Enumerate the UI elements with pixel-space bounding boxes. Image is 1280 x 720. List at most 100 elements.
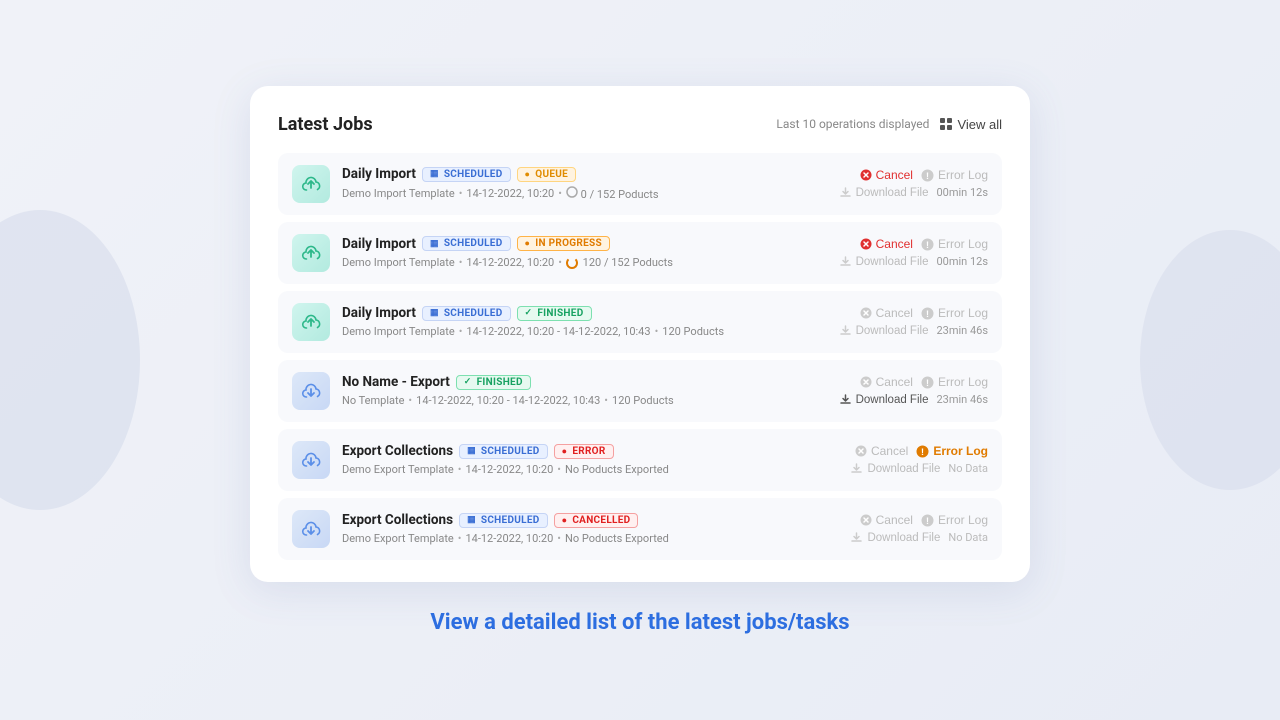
view-all-button[interactable]: View all	[939, 117, 1002, 132]
cancel-button[interactable]: Cancel	[860, 237, 913, 251]
badge-finished: ✓FINISHED	[456, 375, 531, 390]
svg-text:!: !	[926, 240, 929, 250]
cancel-icon	[860, 514, 872, 526]
svg-text:!: !	[921, 447, 924, 457]
download-file-button: Download File	[839, 255, 929, 268]
job-meta: Demo Import Template • 14-12-2022, 10:20…	[342, 186, 659, 201]
job-date: 14-12-2022, 10:20	[465, 532, 553, 545]
job-info: Export Collections ▦SCHEDULED●CANCELLED …	[342, 512, 669, 545]
error-log-icon: !	[916, 445, 929, 458]
bg-decoration-left	[0, 210, 140, 510]
job-meta: Demo Import Template • 14-12-2022, 10:20…	[342, 325, 724, 338]
error-log-icon: !	[921, 376, 934, 389]
job-actions-top: Cancel ! Error Log	[860, 237, 988, 251]
job-actions-bottom: Download File 23min 46s	[839, 393, 988, 406]
svg-text:!: !	[926, 378, 929, 388]
job-actions-bottom: Download File No Data	[850, 531, 988, 544]
error-log-icon: !	[921, 169, 934, 182]
badge-scheduled: ▦SCHEDULED	[459, 444, 548, 459]
job-meta: No Template • 14-12-2022, 10:20 - 14-12-…	[342, 394, 674, 407]
cancel-button: Cancel	[855, 444, 908, 458]
job-progress: 0 / 152 Poducts	[566, 186, 659, 201]
job-left: Daily Import ▦SCHEDULED✓FINISHED Demo Im…	[292, 303, 798, 341]
main-card: Latest Jobs Last 10 operations displayed…	[250, 86, 1030, 582]
header-note: Last 10 operations displayed	[776, 117, 929, 131]
job-progress: No Poducts Exported	[565, 532, 669, 545]
job-icon	[292, 510, 330, 548]
svg-text:!: !	[926, 171, 929, 181]
time-label: 23min 46s	[936, 324, 988, 337]
template-name: Demo Export Template	[342, 532, 454, 545]
job-name-row: Export Collections ▦SCHEDULED ●CANCELLED	[342, 512, 669, 528]
template-name: Demo Import Template	[342, 325, 455, 338]
cancel-button: Cancel	[860, 375, 913, 389]
job-name-row: Daily Import ▦SCHEDULED●IN PROGRESS	[342, 236, 673, 252]
job-meta: Demo Export Template • 14-12-2022, 10:20…	[342, 532, 669, 545]
job-right: Cancel ! Error Log Download File 00min 1…	[798, 168, 988, 199]
template-name: Demo Import Template	[342, 256, 455, 269]
job-actions-bottom: Download File No Data	[850, 462, 988, 475]
cancel-icon	[860, 307, 872, 319]
download-file-button: Download File	[850, 531, 940, 544]
table-row: Export Collections ▦SCHEDULED●CANCELLED …	[278, 498, 1002, 560]
job-actions-bottom: Download File 00min 12s	[839, 255, 988, 268]
download-file-button[interactable]: Download File	[839, 393, 929, 406]
job-icon	[292, 441, 330, 479]
job-actions-top: Cancel ! Error Log	[860, 168, 988, 182]
cancel-icon	[860, 238, 872, 250]
error-log-icon: !	[921, 514, 934, 527]
template-name: No Template	[342, 394, 404, 407]
time-label: 00min 12s	[936, 186, 988, 199]
download-file-button: Download File	[850, 462, 940, 475]
download-file-button: Download File	[839, 324, 929, 337]
job-info: Daily Import ▦SCHEDULED●IN PROGRESS Demo…	[342, 236, 673, 269]
job-name-row: Export Collections ▦SCHEDULED●ERROR	[342, 443, 669, 459]
job-actions-top: Cancel ! Error Log	[860, 375, 988, 389]
table-row: Daily Import ▦SCHEDULED●IN PROGRESS Demo…	[278, 222, 1002, 284]
cancel-icon	[860, 169, 872, 181]
job-date: 14-12-2022, 10:20	[466, 187, 554, 200]
table-row: Daily Import ▦SCHEDULED●QUEUE Demo Impor…	[278, 153, 1002, 215]
svg-text:!: !	[926, 516, 929, 526]
job-right: Cancel ! Error Log Download File No Data	[798, 444, 988, 475]
error-log-button: ! Error Log	[921, 375, 988, 389]
cancel-icon	[860, 376, 872, 388]
job-left: Export Collections ▦SCHEDULED●CANCELLED …	[292, 510, 798, 548]
job-left: No Name - Export ✓FINISHED No Template •…	[292, 372, 798, 410]
job-date: 14-12-2022, 10:20 - 14-12-2022, 10:43	[416, 394, 600, 407]
job-date: 14-12-2022, 10:20	[465, 463, 553, 476]
bg-decoration-right	[1140, 230, 1280, 490]
job-name: Export Collections	[342, 512, 453, 528]
jobs-list: Daily Import ▦SCHEDULED●QUEUE Demo Impor…	[278, 153, 1002, 560]
job-name-row: Daily Import ▦SCHEDULED✓FINISHED	[342, 305, 724, 321]
grid-icon	[939, 117, 953, 131]
job-right: Cancel ! Error Log Download File 23min 4…	[798, 306, 988, 337]
template-name: Demo Import Template	[342, 187, 455, 200]
table-row: Daily Import ▦SCHEDULED✓FINISHED Demo Im…	[278, 291, 1002, 353]
cancel-button[interactable]: Cancel	[860, 168, 913, 182]
job-right: Cancel ! Error Log Download File No Data	[798, 513, 988, 544]
job-name: Daily Import	[342, 305, 416, 321]
job-actions-bottom: Download File 23min 46s	[839, 324, 988, 337]
badge-cancelled: ●CANCELLED	[554, 513, 639, 528]
badge-scheduled: ▦SCHEDULED	[459, 513, 548, 528]
bottom-tagline: View a detailed list of the latest jobs/…	[430, 610, 849, 635]
error-log-button: ! Error Log	[921, 306, 988, 320]
job-actions-top: Cancel ! Error Log	[860, 306, 988, 320]
job-meta: Demo Export Template • 14-12-2022, 10:20…	[342, 463, 669, 476]
job-icon	[292, 165, 330, 203]
job-left: Daily Import ▦SCHEDULED●QUEUE Demo Impor…	[292, 165, 798, 203]
job-name: Daily Import	[342, 166, 416, 182]
badge-in-progress: ●IN PROGRESS	[517, 236, 610, 251]
card-title: Latest Jobs	[278, 114, 373, 135]
download-file-button: Download File	[839, 186, 929, 199]
badge-error: ●ERROR	[554, 444, 614, 459]
job-actions-top: Cancel ! Error Log	[855, 444, 988, 458]
job-right: Cancel ! Error Log Download File 00min 1…	[798, 237, 988, 268]
job-left: Export Collections ▦SCHEDULED●ERROR Demo…	[292, 441, 798, 479]
table-row: Export Collections ▦SCHEDULED●ERROR Demo…	[278, 429, 1002, 491]
cancel-icon	[855, 445, 867, 457]
error-log-button[interactable]: ! Error Log	[916, 444, 988, 458]
template-name: Demo Export Template	[342, 463, 454, 476]
job-info: Export Collections ▦SCHEDULED●ERROR Demo…	[342, 443, 669, 476]
